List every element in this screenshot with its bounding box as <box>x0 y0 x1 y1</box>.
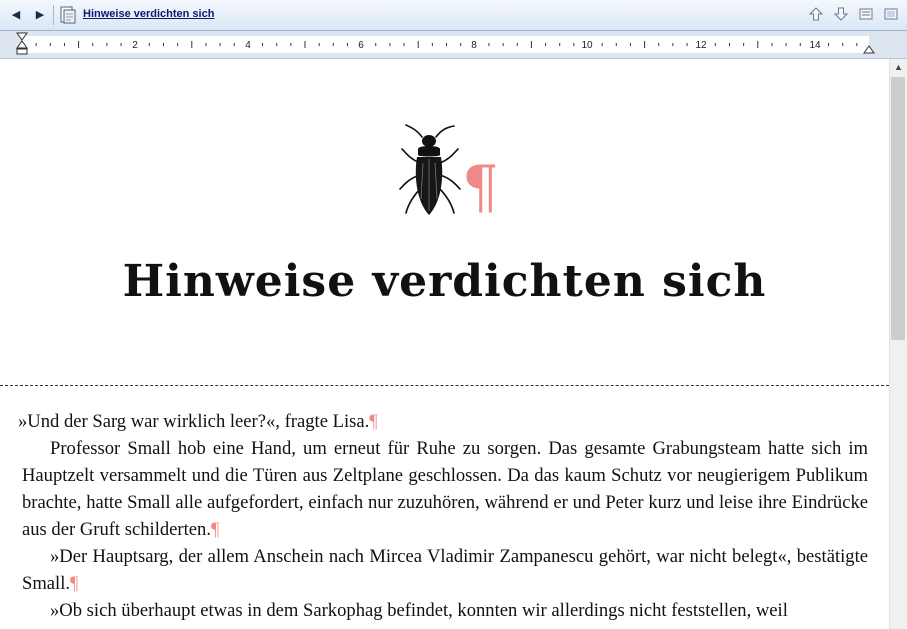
ruler-label: 6 <box>358 40 364 51</box>
section-divider <box>0 385 889 386</box>
paragraph-text: »Der Hauptsarg, der allem Anschein nach … <box>22 546 868 594</box>
paragraph-mark: ¶ <box>210 519 220 540</box>
document-page[interactable]: ¶ Hinweise verdichten sich »Und der Sarg… <box>0 59 889 629</box>
paragraph-mark: ¶ <box>369 411 378 432</box>
ruler-label: 2 <box>132 40 138 51</box>
scroll-up-icon[interactable]: ▲ <box>890 59 907 75</box>
forward-arrow-icon[interactable]: ▶ <box>30 6 50 24</box>
paragraph-mark: ¶ <box>462 153 499 221</box>
ruler-label: 4 <box>245 40 251 51</box>
ruler-scale: 2 4 6 8 10 12 14 <box>16 32 875 55</box>
horizontal-ruler[interactable]: 2 4 6 8 10 12 14 <box>0 31 907 59</box>
toolbar-separator <box>53 5 54 25</box>
beetle-illustration <box>399 124 461 215</box>
paragraph-text: Professor Small hob eine Hand, um erneut… <box>22 438 868 540</box>
chapter-heading-text: Hinweise verdichten sich <box>122 256 767 307</box>
paragraph-mark: ¶ <box>70 573 79 594</box>
paragraph[interactable]: »Ob sich überhaupt etwas in dem Sarkopha… <box>22 597 868 624</box>
paragraph-text: »Ob sich überhaupt etwas in dem Sarkopha… <box>50 600 788 621</box>
move-down-icon[interactable] <box>834 7 848 21</box>
vertical-scrollbar[interactable]: ▲ <box>889 59 907 629</box>
ruler-label: 8 <box>471 40 477 51</box>
chapter-heading: Hinweise verdichten sich <box>0 254 889 310</box>
collapse-icon[interactable] <box>859 7 873 21</box>
paragraph[interactable]: Professor Small hob eine Hand, um erneut… <box>22 435 868 543</box>
ruler-label: 10 <box>581 40 593 51</box>
document-icon <box>60 6 76 24</box>
ruler-label: 14 <box>809 40 821 51</box>
right-indent-marker[interactable] <box>863 45 875 54</box>
paragraph[interactable]: »Und der Sarg war wirklich leer?«, fragt… <box>18 408 868 435</box>
document-title-bar: ◀ ▶ Hinweise verdichten sich <box>0 0 907 31</box>
paragraph[interactable]: »Der Hauptsarg, der allem Anschein nach … <box>22 543 868 597</box>
document-title-link[interactable]: Hinweise verdichten sich <box>83 8 214 20</box>
paragraph-text: »Und der Sarg war wirklich leer?«, fragt… <box>18 411 370 432</box>
back-arrow-icon[interactable]: ◀ <box>6 6 26 24</box>
left-indent-marker[interactable] <box>16 32 28 55</box>
expand-icon[interactable] <box>884 7 898 21</box>
scrollbar-thumb[interactable] <box>891 77 905 340</box>
document-body[interactable]: »Und der Sarg war wirklich leer?«, fragt… <box>18 408 868 624</box>
ruler-label: 12 <box>695 40 707 51</box>
move-up-icon[interactable] <box>809 7 823 21</box>
